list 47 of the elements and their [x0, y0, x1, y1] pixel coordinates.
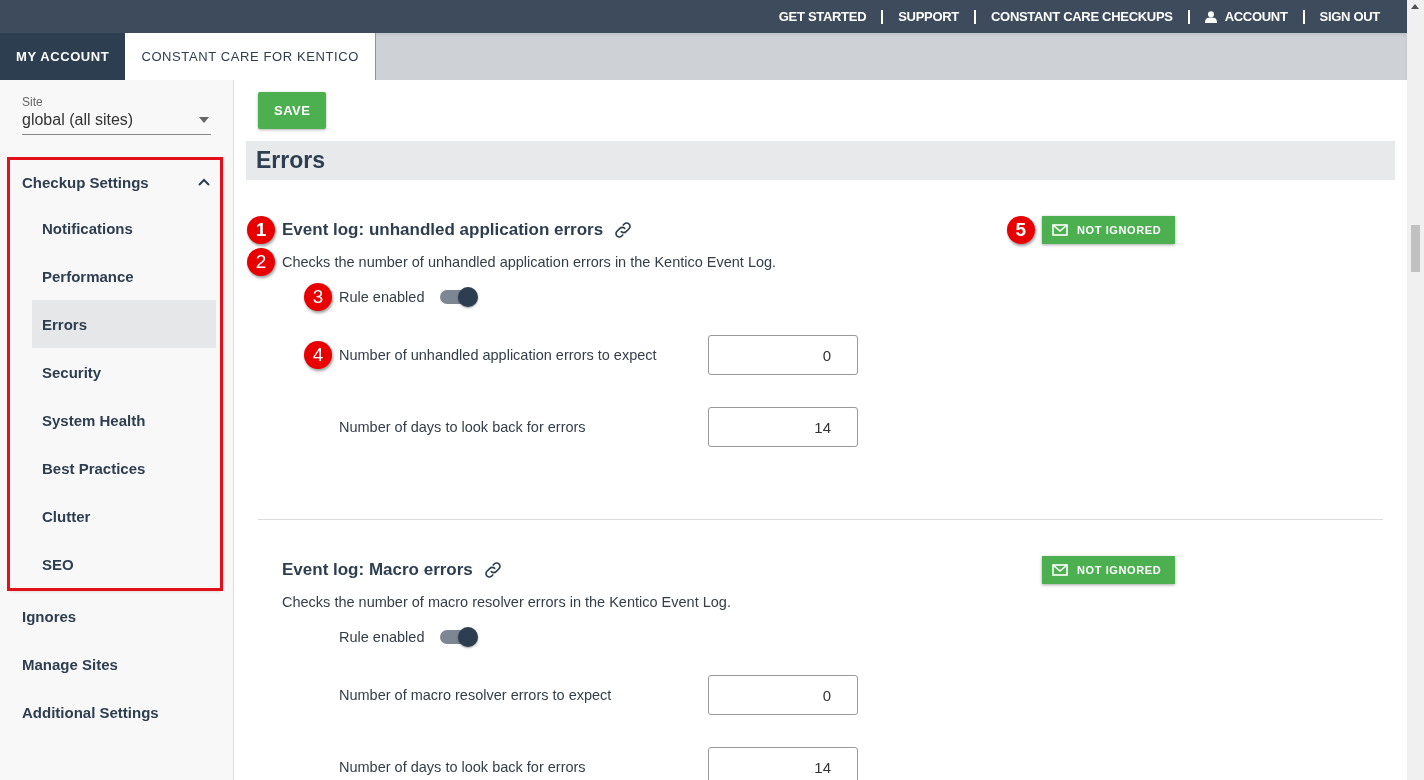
site-select[interactable]: global (all sites) [22, 109, 211, 135]
nav-item[interactable]: Manage Sites [0, 640, 233, 688]
input-field[interactable]: 0 [708, 675, 858, 715]
setting-label: Number of macro resolver errors to expect [339, 687, 613, 703]
input-field[interactable]: 0 [708, 335, 858, 375]
link-icon[interactable] [613, 220, 634, 240]
site-label: Site [22, 95, 44, 109]
top-nav-link[interactable]: ACCOUNT [1187, 9, 1303, 24]
callout-number: 5 [1007, 216, 1035, 244]
nav-item[interactable]: Checkup Settings [10, 160, 220, 204]
user-icon [1204, 10, 1217, 23]
nav-item[interactable]: System Health [32, 396, 216, 444]
top-nav-link[interactable]: SUPPORT [881, 9, 974, 24]
top-nav-link[interactable]: CONSTANT CARE CHECKUPS [974, 9, 1188, 24]
tab[interactable]: CONSTANT CARE FOR KENTICO [125, 33, 376, 80]
setting-label: Number of days to look back for errors [339, 759, 587, 775]
rule-description: Checks the number of macro resolver errors in the Kentico Event Log. [282, 594, 731, 610]
nav-item[interactable]: Notifications [32, 204, 216, 252]
chevron-icon [198, 178, 210, 186]
setting-label: Number of days to look back for errors [339, 419, 587, 435]
nav-item[interactable]: SEO [32, 540, 216, 588]
mail-icon [1052, 564, 1068, 576]
nav-item[interactable]: Ignores [0, 592, 233, 640]
callout-number: 2 [247, 248, 275, 276]
rule-title: Event log: Macro errors [282, 560, 473, 580]
nav-item[interactable]: Additional Settings [0, 688, 233, 736]
toggle-label: Rule enabled [339, 629, 425, 645]
link-icon[interactable] [482, 560, 503, 580]
rule-toggle[interactable] [438, 287, 479, 307]
mail-icon [1052, 224, 1068, 236]
nav-item[interactable]: Security [32, 348, 216, 396]
nav-item[interactable]: Clutter [32, 492, 216, 540]
callout-number: 1 [247, 216, 275, 244]
tab[interactable]: MY ACCOUNT [0, 33, 126, 80]
scrollbar[interactable] [1407, 0, 1424, 780]
nav-item[interactable]: Errors [32, 300, 216, 348]
caret-icon [199, 117, 209, 123]
top-nav-link[interactable]: GET STARTED [763, 9, 882, 24]
section-title: Errors [246, 141, 1395, 180]
input-field[interactable]: 14 [708, 747, 858, 780]
nav-item[interactable]: Performance [32, 252, 216, 300]
rule-toggle[interactable] [438, 627, 479, 647]
input-field[interactable]: 14 [708, 407, 858, 447]
top-nav-link[interactable]: SIGN OUT [1302, 9, 1395, 24]
callout-number: 4 [304, 341, 332, 369]
nav-item[interactable]: Best Practices [32, 444, 216, 492]
callout-number: 3 [304, 283, 332, 311]
